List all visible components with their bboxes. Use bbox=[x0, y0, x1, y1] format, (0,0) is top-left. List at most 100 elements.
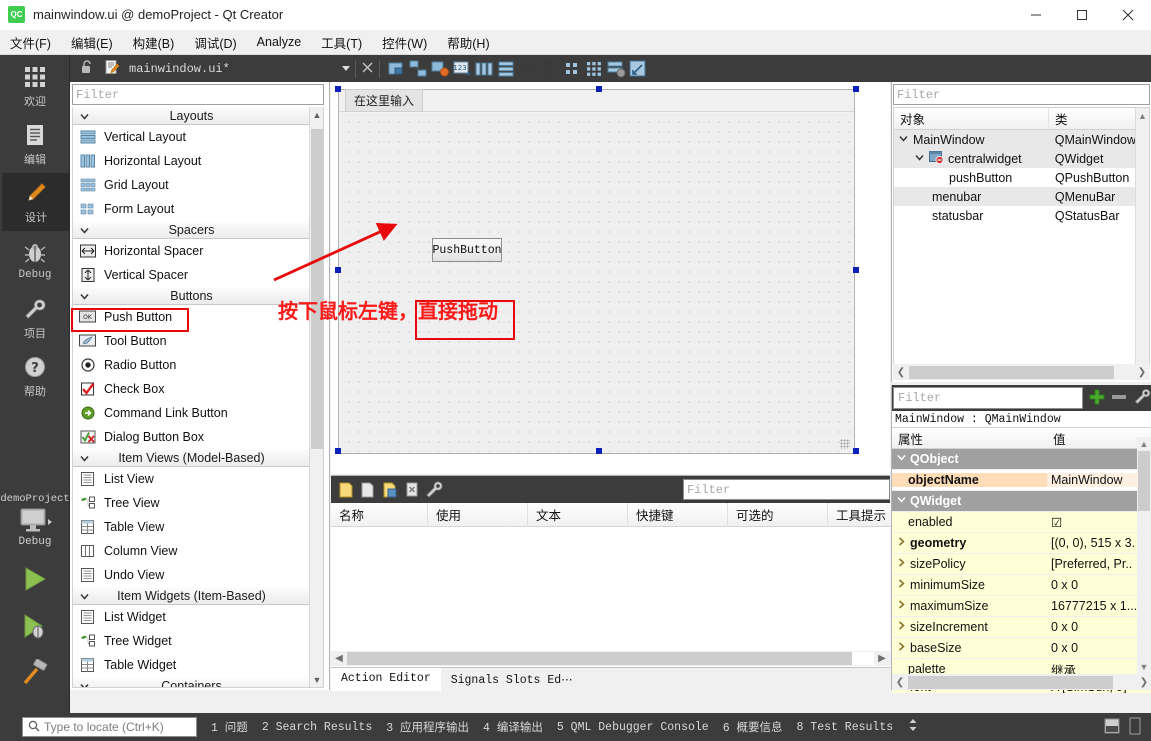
menu-debug[interactable]: 调试(D) bbox=[184, 30, 246, 55]
selection-handle-middle-left[interactable] bbox=[335, 267, 341, 273]
selection-handle-top-right[interactable] bbox=[853, 86, 859, 92]
widget-item-list-widget[interactable]: List Widget bbox=[73, 605, 310, 629]
form-menu-bar[interactable]: 在这里输入 bbox=[339, 89, 854, 112]
menu-widgets[interactable]: 控件(W) bbox=[372, 30, 437, 55]
widget-group-item-widgets[interactable]: Item Widgets (Item-Based) bbox=[73, 587, 310, 605]
editor-filename[interactable]: mainwindow.ui* bbox=[129, 62, 230, 76]
chevron-right-icon[interactable] bbox=[896, 620, 907, 634]
output-pane-test-results[interactable]: 8 Test Results bbox=[797, 721, 894, 734]
scroll-down-arrow-icon[interactable]: ▼ bbox=[310, 672, 323, 687]
property-value-enabled-checkbox[interactable]: ☑ bbox=[1047, 515, 1151, 530]
scrollbar-thumb[interactable] bbox=[1138, 451, 1150, 511]
close-button[interactable] bbox=[1105, 0, 1151, 30]
column-header-object[interactable]: 对象 bbox=[894, 108, 1049, 129]
menu-build[interactable]: 构建(B) bbox=[123, 30, 185, 55]
edit-widgets-icon[interactable] bbox=[386, 59, 406, 79]
selection-handle-bottom-right[interactable] bbox=[853, 448, 859, 454]
property-row-sizeincrement[interactable]: sizeIncrement 0 x 0 bbox=[892, 617, 1151, 638]
scroll-left-arrow-icon[interactable]: ❮ bbox=[892, 677, 908, 688]
widget-item-push-button[interactable]: OK Push Button bbox=[73, 305, 310, 329]
configure-icon[interactable] bbox=[424, 480, 444, 500]
selection-handle-top-left[interactable] bbox=[335, 86, 341, 92]
property-value-basesize[interactable]: 0 x 0 bbox=[1047, 641, 1151, 655]
chevron-down-icon[interactable] bbox=[896, 452, 907, 466]
scroll-up-arrow-icon[interactable]: ▲ bbox=[1137, 437, 1151, 451]
mode-item-projects[interactable]: 项目 bbox=[0, 289, 70, 347]
paste-action-icon[interactable] bbox=[380, 480, 400, 500]
maximize-button[interactable] bbox=[1059, 0, 1105, 30]
column-header-class[interactable]: 类 bbox=[1049, 108, 1137, 129]
action-editor-rows[interactable] bbox=[331, 527, 890, 665]
run-debug-icon[interactable] bbox=[20, 612, 50, 643]
edit-signals-slots-icon[interactable] bbox=[408, 59, 428, 79]
layout-horizontal-icon[interactable] bbox=[474, 59, 494, 79]
output-pane-issues[interactable]: 1 问题 bbox=[211, 719, 248, 735]
property-row-basesize[interactable]: baseSize 0 x 0 bbox=[892, 638, 1151, 659]
widget-group-layouts[interactable]: Layouts bbox=[73, 107, 310, 125]
menu-file[interactable]: 文件(F) bbox=[0, 30, 61, 55]
selection-handle-bottom-left[interactable] bbox=[335, 448, 341, 454]
delete-action-icon[interactable] bbox=[402, 480, 422, 500]
chevron-right-icon[interactable] bbox=[896, 599, 907, 613]
widget-item-vertical-layout[interactable]: Vertical Layout bbox=[73, 125, 310, 149]
copy-action-icon[interactable] bbox=[358, 480, 378, 500]
chevron-down-icon[interactable] bbox=[914, 152, 925, 166]
scrollbar-thumb[interactable] bbox=[347, 652, 852, 665]
scroll-up-arrow-icon[interactable]: ▲ bbox=[310, 107, 323, 123]
widget-item-horizontal-spacer[interactable]: Horizontal Spacer bbox=[73, 239, 310, 263]
scrollbar-thumb[interactable] bbox=[909, 365, 1114, 379]
widget-item-radio-button[interactable]: Radio Button bbox=[73, 353, 310, 377]
chevron-right-icon[interactable] bbox=[896, 557, 907, 571]
menu-tools[interactable]: 工具(T) bbox=[311, 30, 372, 55]
form-menu-placeholder[interactable]: 在这里输入 bbox=[345, 89, 424, 112]
widget-item-grid-layout[interactable]: Grid Layout bbox=[73, 173, 310, 197]
widget-item-table-widget[interactable]: Table Widget bbox=[73, 653, 310, 677]
output-pane-toggle-icon[interactable] bbox=[1103, 717, 1121, 738]
column-header-name[interactable]: 名称 bbox=[331, 502, 428, 527]
object-inspector-hscrollbar[interactable]: ❮ ❯ bbox=[893, 364, 1150, 380]
property-editor-vscrollbar[interactable]: ▲ ▼ bbox=[1137, 437, 1151, 674]
widget-group-spacers[interactable]: Spacers bbox=[73, 221, 310, 239]
kit-selector[interactable]: demoProject Debug bbox=[0, 493, 70, 548]
scroll-right-arrow-icon[interactable]: ❯ bbox=[1136, 677, 1151, 688]
property-value-sizepolicy[interactable]: [Preferred, Pr.. bbox=[1047, 557, 1151, 571]
output-pane-qml-debugger[interactable]: 5 QML Debugger Console bbox=[557, 721, 709, 734]
mode-item-design[interactable]: 设计 bbox=[0, 173, 70, 231]
column-header-used[interactable]: 使用 bbox=[428, 502, 528, 527]
column-header-value[interactable]: 值 bbox=[1047, 428, 1151, 448]
widget-item-column-view[interactable]: Column View bbox=[73, 539, 310, 563]
scrollbar-thumb[interactable] bbox=[908, 675, 1113, 689]
locator-input[interactable]: Type to locate (Ctrl+K) bbox=[22, 717, 197, 737]
plus-icon[interactable] bbox=[1088, 388, 1106, 409]
chevron-down-icon[interactable] bbox=[898, 133, 909, 147]
property-row-geometry[interactable]: geometry [(0, 0), 515 x 3. bbox=[892, 533, 1151, 554]
object-row-centralwidget[interactable]: centralwidget QWidget bbox=[894, 149, 1149, 168]
adjust-size-icon[interactable] bbox=[628, 59, 648, 79]
output-pane-general-messages[interactable]: 6 概要信息 bbox=[723, 719, 783, 735]
property-value-sizeincrement[interactable]: 0 x 0 bbox=[1047, 620, 1151, 634]
property-row-objectname[interactable]: objectName MainWindow bbox=[892, 470, 1151, 491]
form-push-button[interactable]: PushButton bbox=[432, 238, 502, 262]
scroll-left-arrow-icon[interactable]: ❮ bbox=[893, 367, 909, 378]
property-editor-filter-input[interactable]: Filter bbox=[893, 387, 1083, 409]
property-value-maximumsize[interactable]: 16777215 x 1... bbox=[1047, 599, 1151, 613]
layout-grid-icon[interactable] bbox=[584, 59, 604, 79]
column-header-checkable[interactable]: 可选的 bbox=[728, 502, 828, 527]
chevron-down-icon[interactable] bbox=[896, 494, 907, 508]
widget-item-vertical-spacer[interactable]: Vertical Spacer bbox=[73, 263, 310, 287]
widget-box-filter-input[interactable]: Filter bbox=[72, 84, 324, 105]
layout-form-icon[interactable] bbox=[562, 59, 582, 79]
column-header-property[interactable]: 属性 bbox=[892, 428, 1047, 448]
menu-help[interactable]: 帮助(H) bbox=[437, 30, 499, 55]
widget-group-containers[interactable]: Containers bbox=[73, 677, 310, 687]
form-editor-canvas[interactable]: 在这里输入 PushButton bbox=[331, 82, 890, 474]
object-row-mainwindow[interactable]: MainWindow QMainWindow bbox=[894, 130, 1149, 149]
widget-item-tool-button[interactable]: Tool Button bbox=[73, 329, 310, 353]
chevron-right-icon[interactable] bbox=[896, 536, 907, 550]
sidebar-toggle-icon[interactable] bbox=[1129, 717, 1141, 738]
form-main-window[interactable]: 在这里输入 PushButton bbox=[338, 89, 855, 454]
run-icon[interactable] bbox=[20, 565, 50, 596]
widget-item-dialog-button-box[interactable]: Dialog Button Box bbox=[73, 425, 310, 449]
edit-buddies-icon[interactable] bbox=[430, 59, 450, 79]
close-icon[interactable] bbox=[361, 61, 374, 77]
